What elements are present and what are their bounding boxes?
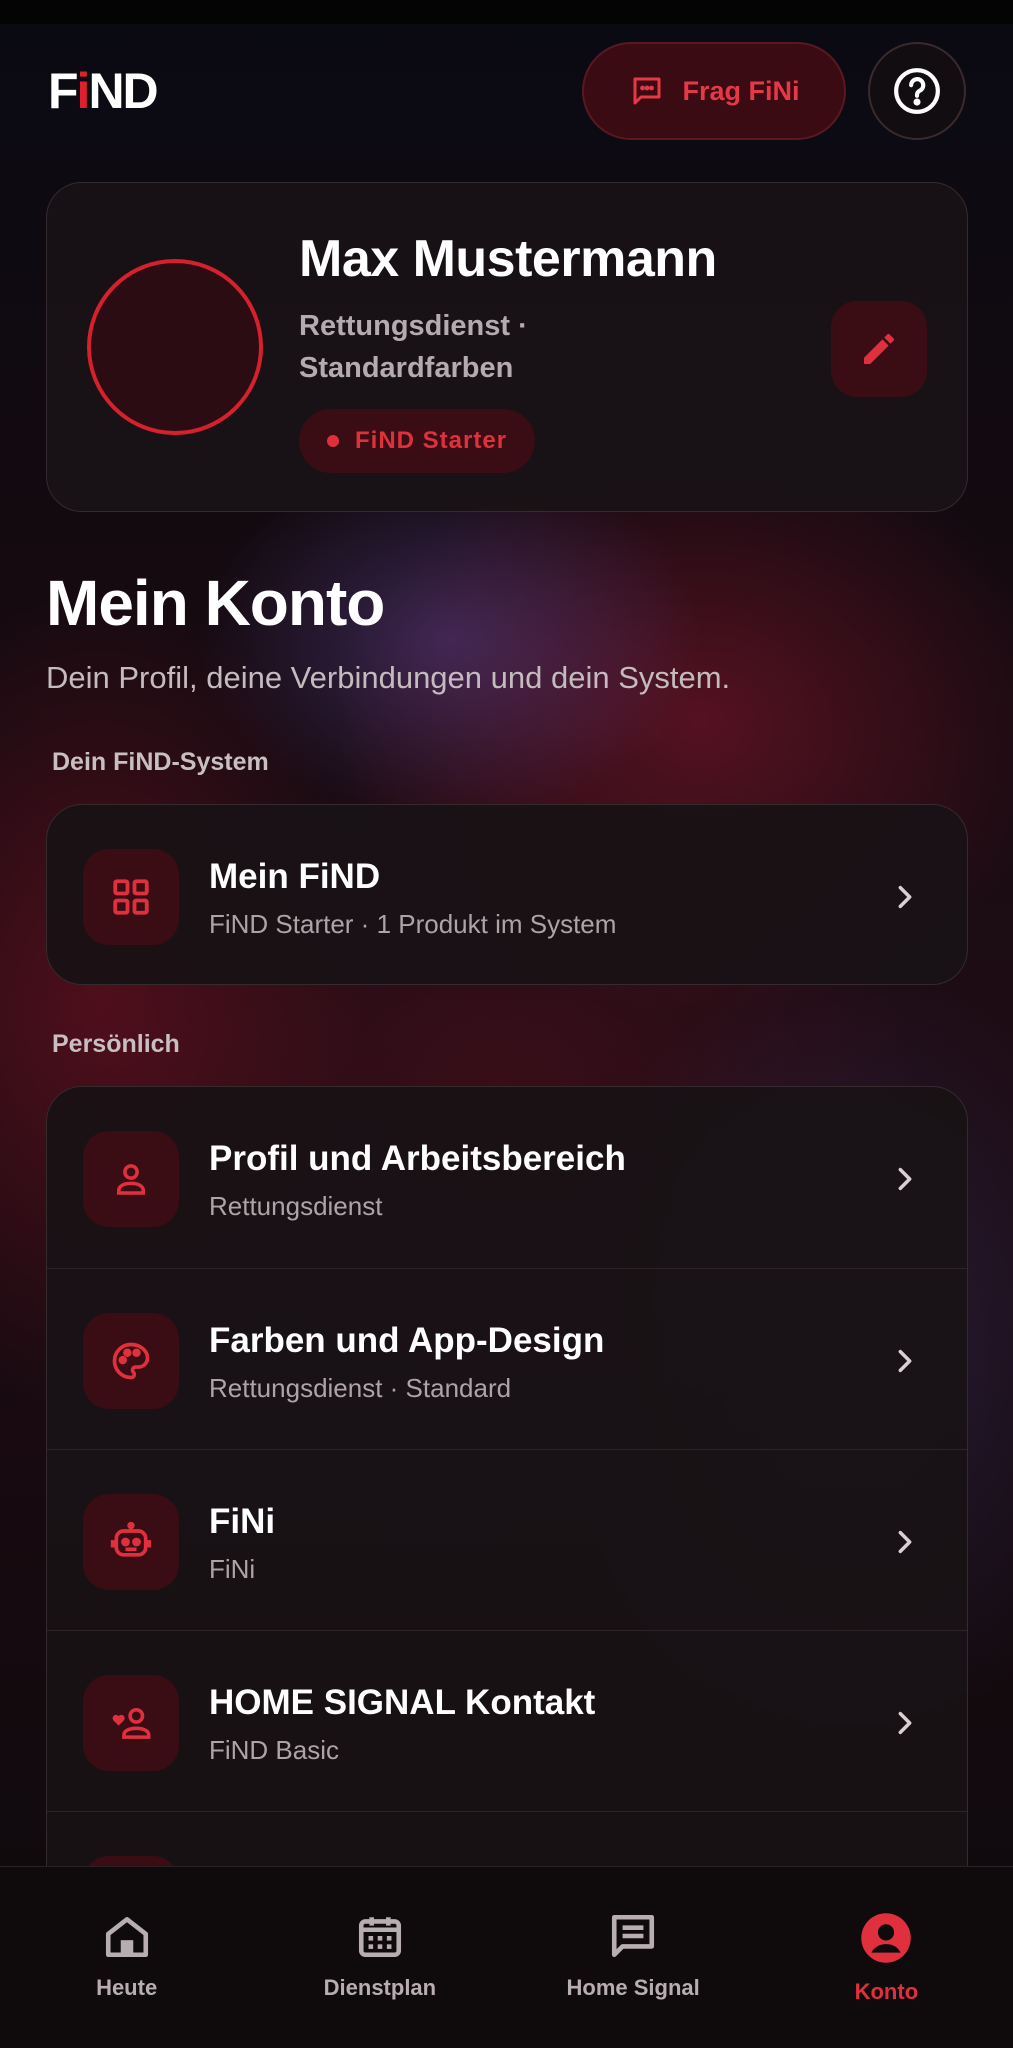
- list-item-mein-find[interactable]: Mein FiND FiND Starter · 1 Produkt im Sy…: [47, 805, 967, 984]
- robot-icon: [110, 1521, 152, 1557]
- profile-subtitle-line2: Standardfarben: [299, 352, 514, 384]
- chat-bubble-icon: [633, 77, 661, 105]
- find-logo: FiND: [48, 63, 159, 119]
- plan-badge: FiND Starter: [299, 409, 536, 473]
- message-icon: [612, 1914, 655, 1958]
- plan-badge-label: FiND Starter: [355, 427, 508, 454]
- help-circle-icon: [894, 68, 940, 114]
- person-icon-wrap: [83, 1131, 179, 1227]
- profile-subtitle: Rettungsdienst · Standardfarben: [299, 305, 629, 389]
- nav-label: Konto: [854, 1979, 919, 2004]
- profile-name: Max Mustermann: [299, 230, 717, 288]
- palette-icon-wrap: [83, 1313, 179, 1409]
- personal-card: Profil und Arbeitsbereich Rettungsdienst…: [46, 1086, 968, 1986]
- edit-profile-button[interactable]: [831, 301, 927, 397]
- chevron-right-icon: [898, 885, 912, 909]
- heart-person-icon: [112, 1707, 151, 1739]
- nav-item-heute[interactable]: Heute: [0, 1867, 253, 2048]
- nav-item-dienstplan[interactable]: Dienstplan: [253, 1867, 506, 2048]
- page-subtitle: Dein Profil, deine Verbindungen und dein…: [46, 660, 731, 695]
- badge-dot-icon: [327, 435, 339, 447]
- list-item-colors[interactable]: Farben und App-Design Rettungsdienst · S…: [47, 1268, 967, 1449]
- system-card: Mein FiND FiND Starter · 1 Produkt im Sy…: [46, 804, 968, 985]
- chevron-right-icon: [898, 1167, 912, 1191]
- list-item-subtitle: Rettungsdienst: [209, 1191, 383, 1221]
- list-item-home-signal[interactable]: HOME SIGNAL Kontakt FiND Basic: [47, 1630, 967, 1811]
- nav-item-home-signal[interactable]: Home Signal: [507, 1867, 760, 2048]
- grid-icon-wrap: [83, 849, 179, 945]
- nav-item-konto[interactable]: Konto: [760, 1867, 1013, 2048]
- account-icon: [861, 1913, 912, 1963]
- ask-fini-label: Frag FiNi: [682, 75, 800, 106]
- pencil-icon: [864, 333, 895, 364]
- list-item-title: Profil und Arbeitsbereich: [209, 1139, 626, 1178]
- nav-label: Heute: [96, 1975, 158, 2000]
- ask-fini-button[interactable]: Frag FiNi: [582, 42, 846, 140]
- palette-icon: [112, 1342, 150, 1380]
- nav-label: Home Signal: [566, 1975, 700, 2000]
- nav-label: Dienstplan: [323, 1975, 437, 2000]
- robot-icon-wrap: [83, 1494, 179, 1590]
- list-item-title: HOME SIGNAL Kontakt: [209, 1683, 596, 1722]
- list-item-title: FiNi: [209, 1502, 276, 1541]
- bottom-nav: Heute Dienstplan Home Signal Konto: [0, 1866, 1013, 2048]
- home-icon: [105, 1917, 148, 1958]
- chevron-right-icon: [898, 1711, 912, 1735]
- section-label-system: Dein FiND-System: [52, 748, 269, 776]
- page-title: Mein Konto: [46, 567, 385, 639]
- list-item-title: Mein FiND: [209, 857, 381, 896]
- person-icon: [117, 1164, 145, 1195]
- list-item-subtitle: FiNi: [209, 1554, 256, 1584]
- profile-card[interactable]: Max Mustermann Rettungsdienst · Standard…: [46, 182, 968, 512]
- status-bar: [0, 0, 1013, 24]
- list-item-profile[interactable]: Profil und Arbeitsbereich Rettungsdienst: [47, 1087, 967, 1268]
- grid-icon: [113, 879, 149, 915]
- list-item-title: Farben und App-Design: [209, 1321, 605, 1360]
- avatar: [87, 259, 263, 435]
- chevron-right-icon: [898, 1349, 912, 1373]
- list-item-subtitle: FiND Starter · 1 Produkt im System: [209, 909, 617, 939]
- chevron-right-icon: [898, 1530, 912, 1554]
- help-button[interactable]: [868, 42, 966, 140]
- calendar-icon: [358, 1917, 401, 1958]
- section-label-personal: Persönlich: [52, 1030, 180, 1058]
- profile-subtitle-line1: Rettungsdienst ·: [299, 310, 528, 342]
- list-item-subtitle: FiND Basic: [209, 1735, 340, 1765]
- list-item-subtitle: Rettungsdienst · Standard: [209, 1373, 512, 1403]
- heart-person-icon-wrap: [83, 1675, 179, 1771]
- list-item-fini[interactable]: FiNi FiNi: [47, 1449, 967, 1630]
